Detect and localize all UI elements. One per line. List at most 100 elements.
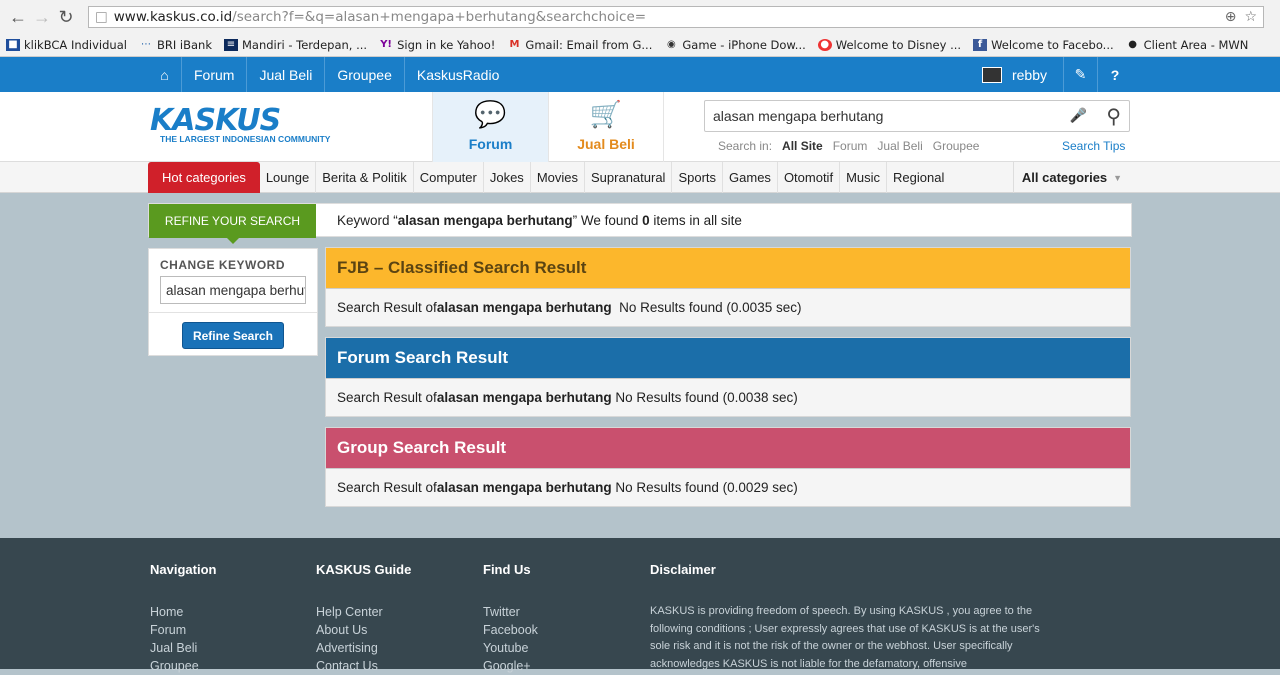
footer-link[interactable]: Groupee [150,657,216,675]
category-sports[interactable]: Sports [672,162,724,193]
search-tips-link[interactable]: Search Tips [1062,139,1125,153]
page-icon: □ [95,9,108,25]
bookmark-item[interactable]: M Gmail: Email from G... [507,38,652,52]
category-computer[interactable]: Computer [414,162,484,193]
reload-icon[interactable]: ↻ [54,5,78,29]
category-berita-politik[interactable]: Berita & Politik [316,162,414,193]
refine-search-button[interactable]: Refine Search [182,322,284,349]
footer-find-us: Find Us Twitter Facebook Youtube Google+ [483,562,538,675]
gmail-icon: M [509,39,520,50]
bookmark-item[interactable]: ● Welcome to Disney ... [817,38,961,52]
footer-link[interactable]: Youtube [483,639,538,657]
panel-body: Search Result of alasan mengapa berhutan… [326,378,1130,416]
bookmark-item[interactable]: ⋯ BRI iBank [139,38,212,52]
game-icon: ◉ [667,39,676,50]
footer-link[interactable]: Facebook [483,621,538,639]
footer-disclaimer: Disclaimer KASKUS is providing freedom o… [650,562,1050,673]
address-bar[interactable]: □ www.kaskus.co.id/search?f=&q=alasan+me… [88,6,1264,28]
footer: Navigation Home Forum Jual Beli Groupee … [0,538,1280,673]
zoom-icon[interactable]: ⊕ [1225,9,1237,25]
category-supranatural[interactable]: Supranatural [585,162,673,193]
scope-all-site[interactable]: All Site [782,139,823,153]
refine-bar: REFINE YOUR SEARCH Keyword “alasan menga… [148,203,1132,244]
logo-tagline: THE LARGEST INDONESIAN COMMUNITY [160,134,331,144]
refine-label: REFINE YOUR SEARCH [149,204,316,244]
footer-link[interactable]: Google+ [483,657,538,675]
category-movies[interactable]: Movies [531,162,585,193]
mandiri-icon: ≡ [223,39,238,51]
facebook-icon: f [973,39,988,51]
bookmark-item[interactable]: ◉ Game - iPhone Dow... [664,38,806,52]
panel-title: Group Search Result [326,428,1130,468]
cart-icon: 🛒 [589,98,623,129]
tab-forum[interactable]: 💬 Forum [432,92,548,162]
group-result-panel: Group Search Result Search Result of ala… [325,427,1131,507]
category-lounge[interactable]: Lounge [260,162,317,193]
scope-jual-beli[interactable]: Jual Beli [877,139,922,153]
forward-icon[interactable]: → [30,5,54,29]
panel-title: Forum Search Result [326,338,1130,378]
fjb-result-panel: FJB – Classified Search Result Search Re… [325,247,1131,327]
footer-link[interactable]: Contact Us [316,657,411,675]
search-scope: Search in: All Site Forum Jual Beli Grou… [718,139,980,153]
site-header: KASKUS THE LARGEST INDONESIAN COMMUNITY … [0,92,1280,162]
change-keyword-panel: CHANGE KEYWORD Refine Search [148,248,318,356]
client-icon: ● [1128,39,1137,50]
top-nav-bar: ⌂ Forum Jual Beli Groupee KaskusRadio re… [0,57,1280,92]
logo-text: KASKUS [150,103,281,138]
scope-groupee[interactable]: Groupee [933,139,980,153]
all-categories-dropdown[interactable]: All categories ▼ [1013,162,1130,193]
category-games[interactable]: Games [723,162,778,193]
chevron-down-icon: ▼ [1113,172,1123,183]
scope-forum[interactable]: Forum [833,139,868,153]
search-input[interactable]: alasan mengapa berhutang 🎤 ⚲ [704,100,1130,132]
username: rebby [1011,66,1047,83]
topnav-forum[interactable]: Forum [182,57,248,92]
divider [149,312,317,313]
home-icon[interactable]: ⌂ [148,57,182,92]
disney-icon: ● [817,39,832,51]
star-icon[interactable]: ☆ [1244,9,1257,25]
kaskus-logo[interactable]: KASKUS THE LARGEST INDONESIAN COMMUNITY [150,103,331,145]
topnav-jual-beli[interactable]: Jual Beli [247,57,326,92]
footer-link[interactable]: Twitter [483,603,538,621]
bookmark-item[interactable]: ≡ Mandiri - Terdepan, ... [223,38,367,52]
topnav-groupee[interactable]: Groupee [325,57,405,92]
panel-body: Search Result of alasan mengapa berhutan… [326,288,1130,326]
footer-link[interactable]: Help Center [316,603,411,621]
keyword-input[interactable] [160,276,306,304]
bookmark-item[interactable]: Y! Sign in ke Yahoo! [379,38,495,52]
category-jokes[interactable]: Jokes [484,162,531,193]
category-music[interactable]: Music [840,162,888,193]
forum-icon: 💬 [474,98,507,129]
user-menu[interactable]: rebby [966,57,1064,92]
category-bar: Hot categories Lounge Berita & Politik C… [0,162,1280,193]
mic-icon[interactable]: 🎤 [1070,107,1087,124]
footer-link[interactable]: About Us [316,621,411,639]
bookmark-item[interactable]: ■ klikBCA Individual [6,38,127,52]
topnav-kaskusradio[interactable]: KaskusRadio [405,57,512,92]
footer-link[interactable]: Advertising [316,639,411,657]
avatar [981,66,1002,83]
back-icon[interactable]: ← [6,5,30,29]
hot-categories-button[interactable]: Hot categories [148,162,260,193]
help-icon[interactable]: ? [1098,57,1132,92]
category-otomotif[interactable]: Otomotif [778,162,841,193]
tab-jual-beli[interactable]: 🛒 Jual Beli [548,92,664,162]
category-regional[interactable]: Regional [887,162,950,193]
footer-link[interactable]: Jual Beli [150,639,216,657]
bookmark-item[interactable]: f Welcome to Facebo... [973,38,1114,52]
disclaimer-text: KASKUS is providing freedom of speech. B… [650,605,1040,670]
browser-chrome: ← → ↻ □ www.kaskus.co.id/search?f=&q=ala… [0,0,1280,57]
footer-navigation: Navigation Home Forum Jual Beli Groupee [150,562,217,675]
keyword-summary: Keyword “alasan mengapa berhutang” We fo… [337,213,742,228]
footer-link[interactable]: Home [150,603,216,621]
yahoo-icon: Y! [380,39,392,50]
bookmarks-bar: ■ klikBCA Individual ⋯ BRI iBank ≡ Mandiri … [0,34,1280,56]
forum-result-panel: Forum Search Result Search Result of ala… [325,337,1131,417]
url-path: /search?f=&q=alasan+mengapa+berhutang&se… [232,9,647,25]
pencil-icon[interactable]: ✎ [1064,57,1098,92]
footer-link[interactable]: Forum [150,621,216,639]
bookmark-item[interactable]: ● Client Area - MWN [1126,38,1248,52]
search-icon[interactable]: ⚲ [1106,104,1121,129]
